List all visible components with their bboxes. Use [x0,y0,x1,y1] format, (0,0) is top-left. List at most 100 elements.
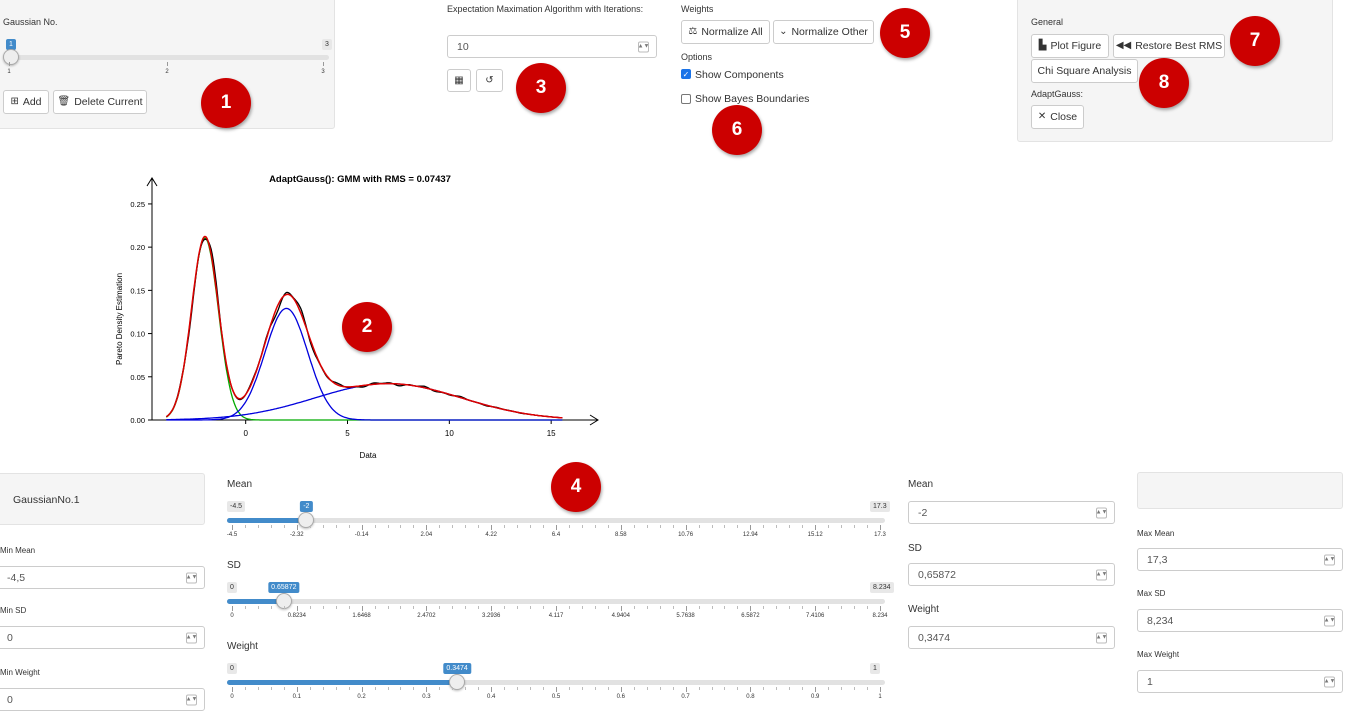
weight-slider-minor-tick [633,687,635,690]
delete-current-button[interactable]: 🗑 Delete Current [53,90,147,114]
weight-slider-minor-tick [374,687,376,690]
spinner-icon[interactable]: ▲▼ [1324,554,1335,565]
sd-slider-minor-tick [465,606,467,609]
reset-button[interactable]: ↺ [476,69,503,92]
mean-slider-label: Mean [227,479,253,490]
gaussian-slider-track[interactable] [9,55,329,60]
max-mean-input[interactable]: 17,3 ▲▼ [1137,548,1343,571]
mean-slider-minor-tick [672,525,674,528]
mean-slider-tick [685,525,687,530]
spinner-icon[interactable]: ▲▼ [1324,676,1335,687]
sd-slider-minor-tick [568,606,570,609]
calculate-button[interactable]: ▦ [447,69,471,92]
mean-slider-handle[interactable] [298,512,315,528]
em-iterations-input[interactable]: 10 ▲▼ [447,35,657,58]
mean-slider-minor-tick [568,525,570,528]
weight-slider-minor-tick [711,687,713,690]
weight-slider-minor-tick [737,687,739,690]
mean-slider-min: -4.5 [227,501,246,512]
mean-slider-tick-label: 4.22 [485,532,498,538]
mean-slider-tick-label: 15.12 [807,532,823,538]
mean-slider-minor-tick [335,525,337,528]
weight-slider-tick [491,687,493,692]
mean-slider-tick [620,525,622,530]
chart-title: AdaptGauss(): GMM with RMS = 0.07437 [269,174,451,185]
y-tick-label: 0.10 [130,330,145,339]
mean-slider-minor-tick [439,525,441,528]
badge-5: 5 [880,8,930,58]
spinner-icon[interactable]: ▲▼ [186,694,197,705]
sd-slider-minor-tick [322,606,324,609]
mean-slider-minor-tick [413,525,415,528]
normalize-other-button[interactable]: ⌄ Normalize Other [773,20,874,44]
sd-slider-minor-tick [530,606,532,609]
right-info-panel [1137,472,1343,509]
trash-icon: 🗑 [57,96,71,107]
sd-slider-minor-tick [763,606,765,609]
weight-slider-minor-tick [309,687,311,690]
sd-slider-tick [361,606,363,611]
max-weight-input[interactable]: 1 ▲▼ [1137,670,1343,693]
min-sd-input[interactable]: 0 ▲▼ [0,626,205,649]
sd-slider-minor-tick [828,606,830,609]
show-bayes-checkbox[interactable] [681,94,691,104]
weight-slider-minor-tick [413,687,415,690]
sd-slider-minor-tick [581,606,583,609]
mean-slider-track[interactable] [227,518,885,523]
weight-slider-value: 0.3474 [443,663,471,674]
chi-square-analysis-button[interactable]: Chi Square Analysis [1031,59,1138,83]
mean-slider-minor-tick [828,525,830,528]
mean-slider-fill [227,518,307,523]
sd-slider-track[interactable] [227,599,885,604]
weight-slider-minor-tick [828,687,830,690]
sd-slider-minor-tick [452,606,454,609]
mean-slider-minor-tick [452,525,454,528]
gaussian-name: GaussianNo.1 [13,494,80,506]
weight-slider-minor-tick [348,687,350,690]
restore-best-rms-button[interactable]: ◀◀ Restore Best RMS [1113,34,1225,58]
max-sd-input[interactable]: 8,234 ▲▼ [1137,609,1343,632]
spinner-icon[interactable]: ▲▼ [638,41,649,52]
mean-slider-minor-tick [309,525,311,528]
weight-slider-label: Weight [227,641,258,652]
min-weight-input[interactable]: 0 ▲▼ [0,688,205,711]
show-components-label: Show Components [695,69,784,81]
mean-value-input[interactable]: -2 ▲▼ [908,501,1115,524]
weight-slider-minor-tick [452,687,454,690]
sd-slider-minor-tick [724,606,726,609]
mean-slider-minor-tick [594,525,596,528]
weight-slider-minor-tick [439,687,441,690]
gaussian-slider-handle[interactable] [3,49,19,65]
sd-value-input[interactable]: 0,65872 ▲▼ [908,563,1115,586]
plot-figure-button[interactable]: ▙ Plot Figure [1031,34,1109,58]
spinner-icon[interactable]: ▲▼ [186,572,197,583]
spinner-icon[interactable]: ▲▼ [1096,507,1107,518]
show-components-checkbox[interactable]: ✓ [681,69,691,79]
spinner-icon[interactable]: ▲▼ [1096,569,1107,580]
mean-slider-tick-label: 6.4 [551,532,561,538]
min-mean-input[interactable]: -4,5 ▲▼ [0,566,205,589]
close-button[interactable]: ✕ Close [1031,105,1084,129]
sd-slider-tick-label: 3.2936 [482,613,501,619]
normalize-all-button[interactable]: ⚖ Normalize All [681,20,770,44]
sd-slider-minor-tick [400,606,402,609]
sd-slider-tick [685,606,687,611]
spinner-icon[interactable]: ▲▼ [186,632,197,643]
mean-slider-tick-label: 12.94 [742,532,758,538]
weight-slider-minor-tick [581,687,583,690]
sd-slider-tick-label: 1.6468 [352,613,371,619]
double-chevron-down-icon: ⌄ [779,26,788,37]
show-bayes-label: Show Bayes Boundaries [695,93,810,105]
spinner-icon[interactable]: ▲▼ [1096,632,1107,643]
sd-slider-tick-label: 2.4702 [417,613,436,619]
sd-value-label: SD [908,543,922,554]
weight-value-input[interactable]: 0,3474 ▲▼ [908,626,1115,649]
weight-slider-tick-label: 0.9 [811,694,820,700]
mean-slider-minor-tick [530,525,532,528]
balance-scale-icon: ⚖ [688,26,698,37]
x-tick-label: 15 [547,429,556,438]
spinner-icon[interactable]: ▲▼ [1324,615,1335,626]
sd-slider-minor-tick [633,606,635,609]
add-gaussian-button[interactable]: ⊞ Add [3,90,49,114]
sd-slider-minor-tick [698,606,700,609]
